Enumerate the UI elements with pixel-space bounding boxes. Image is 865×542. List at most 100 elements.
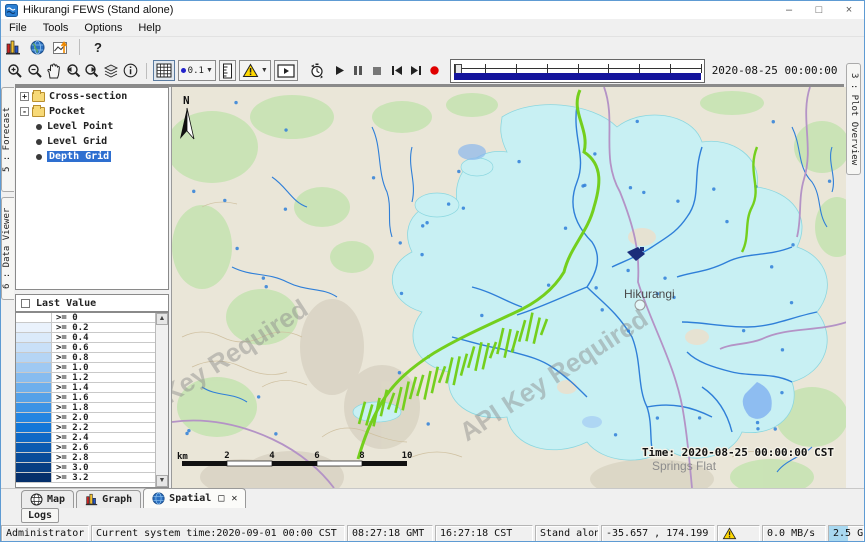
legend-row[interactable]: >= 0.8 <box>16 353 155 363</box>
menu-item[interactable]: Tools <box>35 20 77 36</box>
svg-text:6: 6 <box>314 451 319 461</box>
tab-spatial[interactable]: Spatial □ ✕ <box>143 488 246 508</box>
maximize-button[interactable]: □ <box>804 1 834 19</box>
legend-row-label: >= 0.4 <box>52 333 89 342</box>
timeline-slider[interactable] <box>450 59 704 83</box>
tree-item-level-grid[interactable]: Level Grid <box>16 135 168 148</box>
left-tab-strip: 5 : Forecast 6 : Data Viewer <box>1 87 15 488</box>
graph-display-button[interactable] <box>1 37 25 57</box>
legend-row[interactable]: >= 1.0 <box>16 363 155 373</box>
menu-item[interactable]: File <box>1 20 35 36</box>
zoom-previous-button[interactable] <box>63 61 82 81</box>
skip-begin-button[interactable] <box>387 61 406 81</box>
tree-item-cross-section[interactable]: + Cross-section <box>16 90 168 103</box>
status-warning-cell[interactable] <box>717 525 760 542</box>
globe-icon <box>30 40 45 55</box>
legend-row[interactable]: >= 2.0 <box>16 413 155 423</box>
legend-row[interactable]: >= 1.8 <box>16 403 155 413</box>
menu-item[interactable]: Help <box>130 20 169 36</box>
warnings-dropdown[interactable]: ▼ <box>239 60 271 81</box>
legend-row[interactable]: >= 1.6 <box>16 393 155 403</box>
legend-row[interactable]: >= 0.2 <box>16 323 155 333</box>
record-button[interactable] <box>425 61 444 81</box>
tab-close-button[interactable]: ✕ <box>231 493 237 504</box>
legend-row[interactable]: >= 2.6 <box>16 443 155 453</box>
spatial-display-button[interactable] <box>49 37 73 57</box>
grid-display-toggle[interactable] <box>153 60 175 81</box>
legend-row[interactable]: >= 1.4 <box>16 383 155 393</box>
zoom-in-button[interactable] <box>6 61 25 81</box>
minimize-button[interactable]: – <box>774 1 804 19</box>
info-icon <box>123 63 138 78</box>
tab-graph[interactable]: Graph <box>76 490 141 508</box>
tree-item-depth-grid[interactable]: Depth Grid <box>16 150 168 163</box>
legend-scrollbar[interactable]: ▲ ▼ <box>155 313 168 487</box>
status-local-time: 16:27:18 CST <box>435 525 533 542</box>
bullet-icon <box>36 154 42 160</box>
legend-row[interactable]: >= 2.2 <box>16 423 155 433</box>
legend-row[interactable]: >= 0.4 <box>16 333 155 343</box>
tree-item-label[interactable]: Cross-section <box>49 91 127 102</box>
legend-color-swatch <box>16 343 52 352</box>
animation-settings-button[interactable] <box>307 61 326 81</box>
legend-row[interactable]: >= 0 <box>16 313 155 323</box>
legend-row[interactable]: >= 1.2 <box>16 373 155 383</box>
scale-ruler-toggle[interactable] <box>219 60 236 81</box>
tree-item-level-point[interactable]: Level Point <box>16 120 168 133</box>
stop-button[interactable] <box>368 61 387 81</box>
skip-end-icon <box>410 65 422 76</box>
bottom-tab-bar: Map Graph Spatial □ ✕ <box>1 488 864 508</box>
layers-button[interactable] <box>102 61 121 81</box>
map-viewport[interactable]: API Key Required API Key Required Hikura… <box>171 87 846 488</box>
help-button[interactable]: ? <box>86 37 110 57</box>
tab-plot-overview[interactable]: 3 : Plot Overview <box>846 63 861 175</box>
legend-color-swatch <box>16 373 52 382</box>
legend-row[interactable]: >= 0.6 <box>16 343 155 353</box>
tab-float-button[interactable]: □ <box>218 493 224 504</box>
pause-icon <box>353 65 363 76</box>
menu-item[interactable]: Options <box>76 20 130 36</box>
close-button[interactable]: × <box>834 1 864 19</box>
status-download-speed: 0.0 MB/s <box>762 525 826 542</box>
tree-expander-icon[interactable]: - <box>20 107 29 116</box>
tab-map-label: Map <box>47 494 65 505</box>
last-value-checkbox[interactable] <box>21 299 30 308</box>
legend-color-swatch <box>16 413 52 422</box>
tab-data-viewer[interactable]: 6 : Data Viewer <box>1 197 14 300</box>
map-display-button[interactable] <box>25 37 49 57</box>
status-coordinates: -35.657 , 174.199 <box>601 525 715 542</box>
legend-row-label: >= 3.2 <box>52 473 89 482</box>
tree-item-label[interactable]: Level Point <box>47 121 113 132</box>
movie-export-button[interactable] <box>274 60 298 81</box>
pan-button[interactable] <box>44 61 63 81</box>
legend-row[interactable]: >= 3.2 <box>16 473 155 483</box>
tab-graph-label: Graph <box>102 494 132 505</box>
legend-row[interactable]: >= 3.0 <box>16 463 155 473</box>
info-button[interactable] <box>121 61 140 81</box>
tree-item-label[interactable]: Level Grid <box>47 136 107 147</box>
zoom-out-button[interactable] <box>25 61 44 81</box>
zoom-next-icon <box>83 63 100 79</box>
tree-item-label[interactable]: Depth Grid <box>47 151 111 162</box>
legend-row[interactable]: >= 2.8 <box>16 453 155 463</box>
tab-forecast[interactable]: 5 : Forecast <box>1 87 14 192</box>
pause-button[interactable] <box>349 61 368 81</box>
skip-end-button[interactable] <box>406 61 425 81</box>
legend-row-label: >= 1.0 <box>52 363 89 372</box>
play-button[interactable] <box>330 61 349 81</box>
logs-button[interactable]: Logs <box>21 508 59 523</box>
legend-row-label: >= 1.2 <box>52 373 89 382</box>
tree-item-pocket[interactable]: - Pocket <box>16 105 168 118</box>
legend-row-label: >= 2.2 <box>52 423 89 432</box>
ruler-icon <box>222 63 233 79</box>
legend-row[interactable]: >= 2.4 <box>16 433 155 443</box>
scroll-up-icon[interactable]: ▲ <box>156 313 168 325</box>
contour-interval-dropdown[interactable]: 0.1 ▼ <box>178 60 216 81</box>
svg-text:N: N <box>183 94 190 107</box>
zoom-next-button[interactable] <box>82 61 101 81</box>
tab-map[interactable]: Map <box>21 490 74 508</box>
tree-expander-icon[interactable]: + <box>20 92 29 101</box>
scroll-down-icon[interactable]: ▼ <box>156 475 168 487</box>
legend-header-label: Last Value <box>36 298 96 309</box>
tree-item-label[interactable]: Pocket <box>49 106 85 117</box>
